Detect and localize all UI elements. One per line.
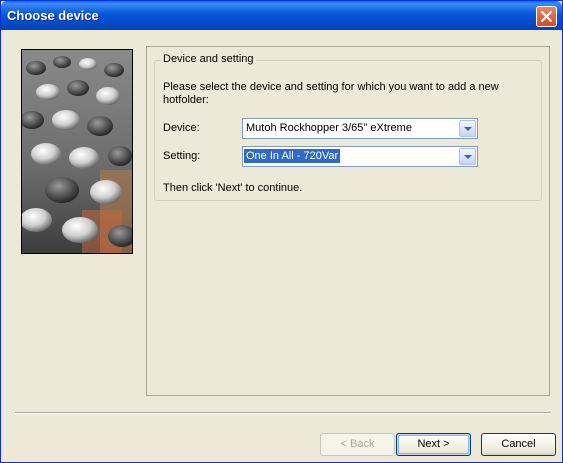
setting-select[interactable]: One In All - 720Var xyxy=(242,146,478,167)
group-legend: Device and setting xyxy=(161,53,256,65)
dialog-body: Device and setting Please select the dev… xyxy=(4,30,559,460)
chevron-down-icon xyxy=(464,155,472,159)
device-setting-group: Device and setting Please select the dev… xyxy=(154,53,542,201)
setting-label: Setting: xyxy=(163,150,201,162)
title-bar[interactable]: Choose device xyxy=(1,1,562,30)
chevron-down-icon xyxy=(464,127,472,131)
content-panel: Device and setting Please select the dev… xyxy=(146,46,550,396)
close-icon xyxy=(541,11,552,22)
footer-separator xyxy=(15,412,551,414)
setting-value: One In All - 720Var xyxy=(242,148,342,164)
cancel-button[interactable]: Cancel xyxy=(481,433,556,456)
device-label: Device: xyxy=(163,122,200,134)
device-value: Mutoh Rockhopper 3/65" eXtreme xyxy=(246,122,412,134)
instruction-text: Please select the device and setting for… xyxy=(163,81,499,106)
setting-dropdown-button[interactable] xyxy=(459,148,476,165)
next-button[interactable]: Next > xyxy=(396,433,471,456)
continue-hint: Then click 'Next' to continue. xyxy=(163,182,303,194)
decorative-photo xyxy=(21,49,133,254)
device-dropdown-button[interactable] xyxy=(459,120,476,137)
back-button[interactable]: < Back xyxy=(320,433,395,456)
choose-device-dialog: Choose device Device and setting Please … xyxy=(0,0,563,463)
window-title: Choose device xyxy=(7,8,99,23)
close-button[interactable] xyxy=(536,6,557,27)
device-select[interactable]: Mutoh Rockhopper 3/65" eXtreme xyxy=(242,118,478,139)
